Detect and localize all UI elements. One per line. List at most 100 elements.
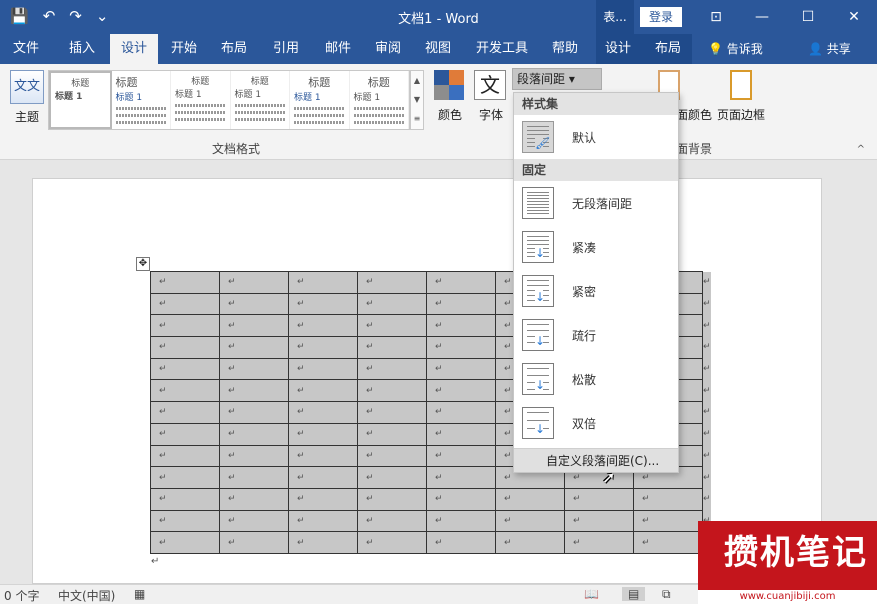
table-cell[interactable]: ↵ xyxy=(426,466,496,489)
table-cell[interactable]: ↵ xyxy=(426,336,496,359)
read-mode-icon[interactable]: 📖 xyxy=(584,587,599,601)
print-layout-icon[interactable]: ▤ xyxy=(622,587,646,601)
paragraph-spacing-button[interactable]: 段落间距 ▾ xyxy=(512,68,602,90)
tab-view[interactable]: 视图 xyxy=(416,34,460,64)
table-cell[interactable]: ↵ xyxy=(426,379,496,403)
table-cell[interactable]: ↵ xyxy=(357,531,427,554)
tab-help[interactable]: 帮助 xyxy=(542,34,588,64)
table-cell[interactable]: ↵ xyxy=(495,531,565,554)
tab-mailings[interactable]: 邮件 xyxy=(316,34,360,64)
table-cell[interactable]: ↵ xyxy=(633,487,703,511)
table-cell[interactable]: ↵ xyxy=(150,271,220,294)
menu-item-spacing[interactable]: ↓ 紧密 xyxy=(514,269,678,313)
table-cell[interactable]: ↵ xyxy=(357,466,427,489)
table-cell[interactable]: ↵ xyxy=(357,487,427,511)
style-set-option[interactable]: 标题 标题 1 xyxy=(171,71,231,129)
table-cell[interactable]: ↵ xyxy=(426,314,496,338)
table-cell[interactable]: ↵ xyxy=(288,314,358,338)
table-cell[interactable]: ↵ xyxy=(288,271,358,294)
table-cell[interactable]: ↵ xyxy=(219,271,289,294)
table-cell[interactable]: ↵ xyxy=(426,422,496,446)
tab-developer[interactable]: 开发工具 xyxy=(468,34,536,64)
table-cell[interactable]: ↵ xyxy=(288,444,358,468)
language[interactable]: 中文(中国) xyxy=(58,587,115,604)
web-layout-icon[interactable]: ⧉ xyxy=(662,587,671,602)
tab-table-layout[interactable]: 布局 xyxy=(648,34,688,64)
table-cell[interactable]: ↵ xyxy=(150,336,220,359)
table-cell[interactable]: ↵ xyxy=(288,292,358,316)
table-cell[interactable]: ↵ xyxy=(426,292,496,316)
gallery-scroll[interactable]: ▲ ▼ ≡ xyxy=(410,70,424,130)
table-cell[interactable]: ↵ xyxy=(150,422,220,446)
table-cell[interactable]: ↵ xyxy=(564,531,634,554)
menu-item-spacing[interactable]: ↓ 疏行 xyxy=(514,313,678,357)
table-cell[interactable]: ↵ xyxy=(495,509,565,533)
table-cell[interactable]: ↵ xyxy=(150,357,220,381)
table-cell[interactable]: ↵ xyxy=(288,422,358,446)
table-cell[interactable]: ↵ xyxy=(288,357,358,381)
minimize-icon[interactable]: — xyxy=(739,0,785,34)
colors-button[interactable]: 颜色 xyxy=(434,70,466,123)
tab-design[interactable]: 设计 xyxy=(110,34,158,64)
table-cell[interactable]: ↵ xyxy=(219,531,289,554)
table-cell[interactable]: ↵ xyxy=(357,357,427,381)
table-cell[interactable]: ↵ xyxy=(357,509,427,533)
table-cell[interactable]: ↵ xyxy=(357,271,427,294)
table-cell[interactable]: ↵ xyxy=(219,336,289,359)
tab-home[interactable]: 开始 xyxy=(162,34,206,64)
restore-icon[interactable]: ☐ xyxy=(785,0,831,34)
tab-layout[interactable]: 布局 xyxy=(212,34,256,64)
table-cell[interactable]: ↵ xyxy=(426,357,496,381)
table-cell[interactable]: ↵ xyxy=(150,531,220,554)
table-cell[interactable]: ↵ xyxy=(288,336,358,359)
table-cell[interactable]: ↵ xyxy=(219,357,289,381)
table-cell[interactable]: ↵ xyxy=(150,292,220,316)
table-cell[interactable]: ↵ xyxy=(426,487,496,511)
ribbon-display-options-icon[interactable]: ⊡ xyxy=(693,0,739,34)
table-cell[interactable]: ↵ xyxy=(219,379,289,403)
tab-references[interactable]: 引用 xyxy=(264,34,308,64)
table-cell[interactable]: ↵ xyxy=(633,531,703,554)
scroll-up-icon[interactable]: ▲ xyxy=(411,71,423,90)
table-cell[interactable]: ↵ xyxy=(150,444,220,468)
table-cell[interactable]: ↵ xyxy=(426,401,496,424)
table-move-handle-icon[interactable]: ✥ xyxy=(136,257,150,271)
style-set-option[interactable]: 标题 标题 1 xyxy=(290,71,350,129)
table-cell[interactable]: ↵ xyxy=(288,379,358,403)
style-set-option[interactable]: 标题 标题 1 xyxy=(49,71,112,129)
table-cell[interactable]: ↵ xyxy=(288,401,358,424)
menu-item-spacing[interactable]: ↓ 紧凑 xyxy=(514,225,678,269)
tab-table-design[interactable]: 设计 xyxy=(598,34,638,64)
table-cell[interactable]: ↵ xyxy=(426,444,496,468)
menu-item-spacing[interactable]: ↓ 松散 xyxy=(514,357,678,401)
table-cell[interactable]: ↵ xyxy=(150,509,220,533)
tab-file[interactable]: 文件 xyxy=(0,34,52,64)
table-cell[interactable]: ↵ xyxy=(288,509,358,533)
table-cell[interactable]: ↵ xyxy=(219,487,289,511)
table-cell[interactable]: ↵ xyxy=(219,314,289,338)
scroll-down-icon[interactable]: ▼ xyxy=(411,90,423,109)
table-cell[interactable]: ↵ xyxy=(219,509,289,533)
style-set-option[interactable]: 标题 标题 1 xyxy=(112,71,171,129)
theme-button[interactable]: 文文 主题 xyxy=(8,70,46,125)
table-cell[interactable]: ↵ xyxy=(219,292,289,316)
table-cell[interactable]: ↵ xyxy=(150,379,220,403)
tab-insert[interactable]: 插入 xyxy=(56,34,108,64)
table-cell[interactable]: ↵ xyxy=(426,509,496,533)
table-cell[interactable]: ↵ xyxy=(357,444,427,468)
table-cell[interactable]: ↵ xyxy=(288,487,358,511)
table-cell[interactable]: ↵ xyxy=(219,422,289,446)
table-cell[interactable]: ↵ xyxy=(426,531,496,554)
table-cell[interactable]: ↵ xyxy=(150,401,220,424)
page-border-button[interactable]: 页面边框 xyxy=(712,70,770,123)
collapse-ribbon-icon[interactable]: ^ xyxy=(857,144,865,155)
more-icon[interactable]: ≡ xyxy=(411,109,423,128)
tell-me-search[interactable]: 💡 告诉我 xyxy=(708,34,763,64)
table-cell[interactable]: ↵ xyxy=(357,314,427,338)
table-cell[interactable]: ↵ xyxy=(564,509,634,533)
table-cell[interactable]: ↵ xyxy=(150,314,220,338)
menu-item-spacing[interactable]: 无段落间距 xyxy=(514,181,678,225)
table-cell[interactable]: ↵ xyxy=(219,444,289,468)
table-cell[interactable]: ↵ xyxy=(357,336,427,359)
table-cell[interactable]: ↵ xyxy=(357,292,427,316)
